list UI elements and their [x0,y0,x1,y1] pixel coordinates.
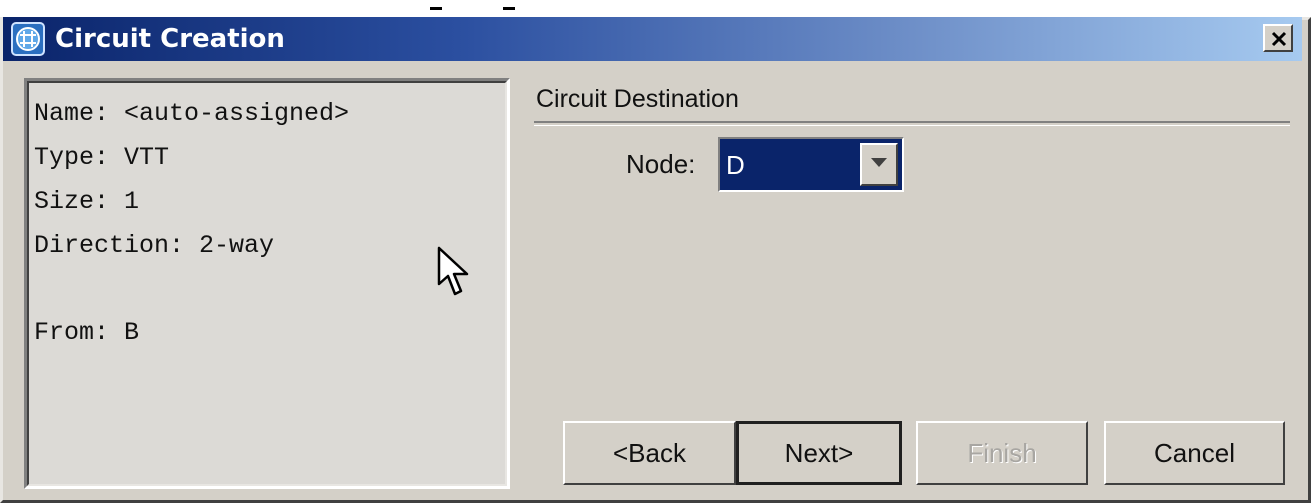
circuit-app-icon [11,22,45,56]
mouse-cursor-icon [437,246,469,296]
top-strip [0,0,1311,17]
summary-type: Type: VTT [34,143,170,172]
node-dropdown[interactable]: D [718,137,904,192]
section-divider [534,121,1290,126]
strip-mark [430,7,442,10]
node-dropdown-button[interactable] [860,143,898,186]
node-label: Node: [626,149,696,179]
finish-button[interactable]: Finish [916,421,1088,485]
window-title: Circuit Creation [55,24,285,54]
next-button[interactable]: Next> [736,421,902,485]
chevron-down-icon [871,158,887,167]
circuit-destination-heading: Circuit Destination [536,85,739,113]
summary-name: Name: <auto-assigned> [34,99,350,128]
close-button[interactable] [1263,24,1293,52]
back-button[interactable]: <Back [563,421,736,485]
strip-mark [503,7,515,10]
node-selected-value: D [726,150,745,180]
summary-size: Size: 1 [34,187,140,216]
summary-from: From: B [34,318,140,347]
cancel-button[interactable]: Cancel [1104,421,1285,485]
title-bar[interactable]: Circuit Creation [3,17,1302,61]
summary-direction: Direction: 2-way [34,231,275,260]
close-icon [1271,31,1287,47]
